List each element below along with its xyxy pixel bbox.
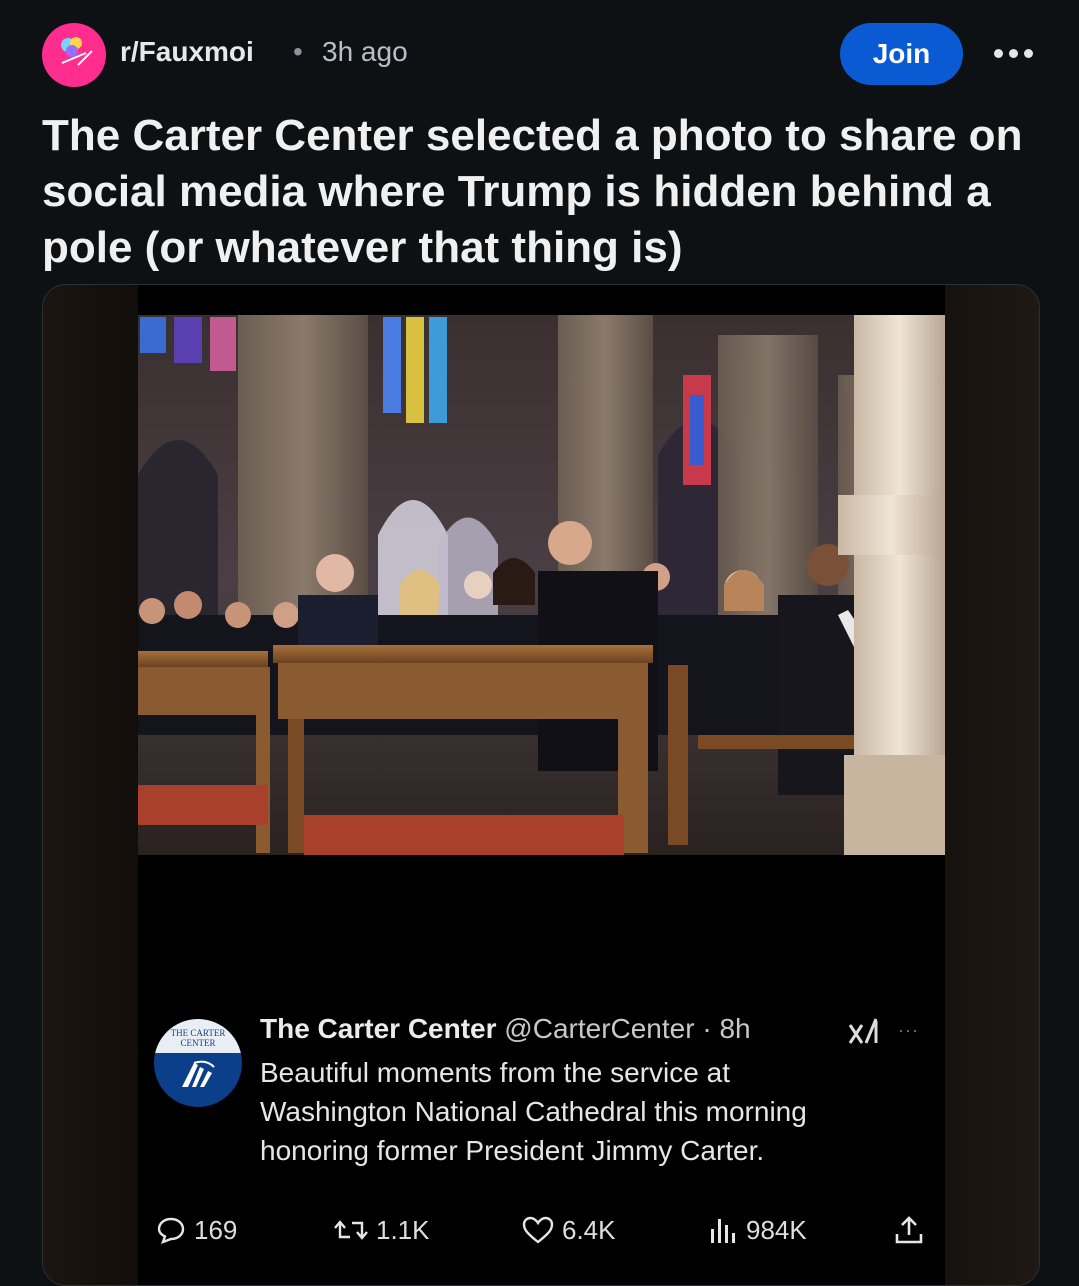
- tweet-actions: 169 1.1K 6.4K 984K: [138, 1205, 945, 1255]
- views-action[interactable]: 984K: [708, 1205, 807, 1255]
- share-upload-icon: [895, 1216, 923, 1244]
- like-action[interactable]: 6.4K: [522, 1205, 616, 1255]
- post-media[interactable]: THE CARTER CENTER The Carter Center @Car…: [42, 284, 1040, 1286]
- like-count: 6.4K: [562, 1214, 616, 1245]
- reply-action[interactable]: 169: [156, 1205, 237, 1255]
- tweet-display-name[interactable]: The Carter Center: [260, 1013, 497, 1044]
- xai-grok-icon[interactable]: [848, 1017, 882, 1047]
- repost-action[interactable]: 1.1K: [334, 1205, 430, 1255]
- views-count: 984K: [746, 1214, 807, 1245]
- subreddit-avatar[interactable]: [42, 23, 106, 87]
- subreddit-name[interactable]: r/Fauxmoi: [120, 36, 254, 68]
- bar-chart-icon: [711, 1219, 735, 1243]
- blur-background-left: [43, 285, 138, 1285]
- separator-dot: •: [293, 36, 303, 67]
- tweet-more-icon[interactable]: ···: [898, 1020, 919, 1041]
- tweet-photo[interactable]: [138, 315, 945, 855]
- carter-center-logo-icon: [182, 1060, 215, 1087]
- tweet-screenshot: THE CARTER CENTER The Carter Center @Car…: [138, 285, 945, 1285]
- reply-count: 169: [194, 1214, 238, 1245]
- post-time: 3h ago: [322, 36, 408, 67]
- repost-arrows-icon: [334, 1220, 368, 1240]
- tweet-handle-time: @CarterCenter · 8h: [504, 1013, 751, 1044]
- blur-background-right: [944, 285, 1039, 1285]
- repost-count: 1.1K: [376, 1214, 430, 1245]
- join-button[interactable]: Join: [840, 23, 963, 85]
- tweet-author-avatar[interactable]: THE CARTER CENTER: [154, 1019, 242, 1107]
- post-title[interactable]: The Carter Center selected a photo to sh…: [42, 108, 1042, 276]
- more-options-icon[interactable]: [994, 40, 1034, 68]
- heart-icon: [522, 1216, 554, 1244]
- tweet-author[interactable]: The Carter Center @CarterCenter · 8h: [260, 1013, 751, 1045]
- speech-bubble-icon: [157, 1217, 185, 1245]
- share-action[interactable]: [894, 1205, 924, 1255]
- tweet-text: Beautiful moments from the service at Wa…: [260, 1057, 807, 1166]
- avatar-logo-text: THE CARTER CENTER: [170, 1028, 226, 1048]
- post-header: r/Fauxmoi • 3h ago Join: [0, 0, 1079, 108]
